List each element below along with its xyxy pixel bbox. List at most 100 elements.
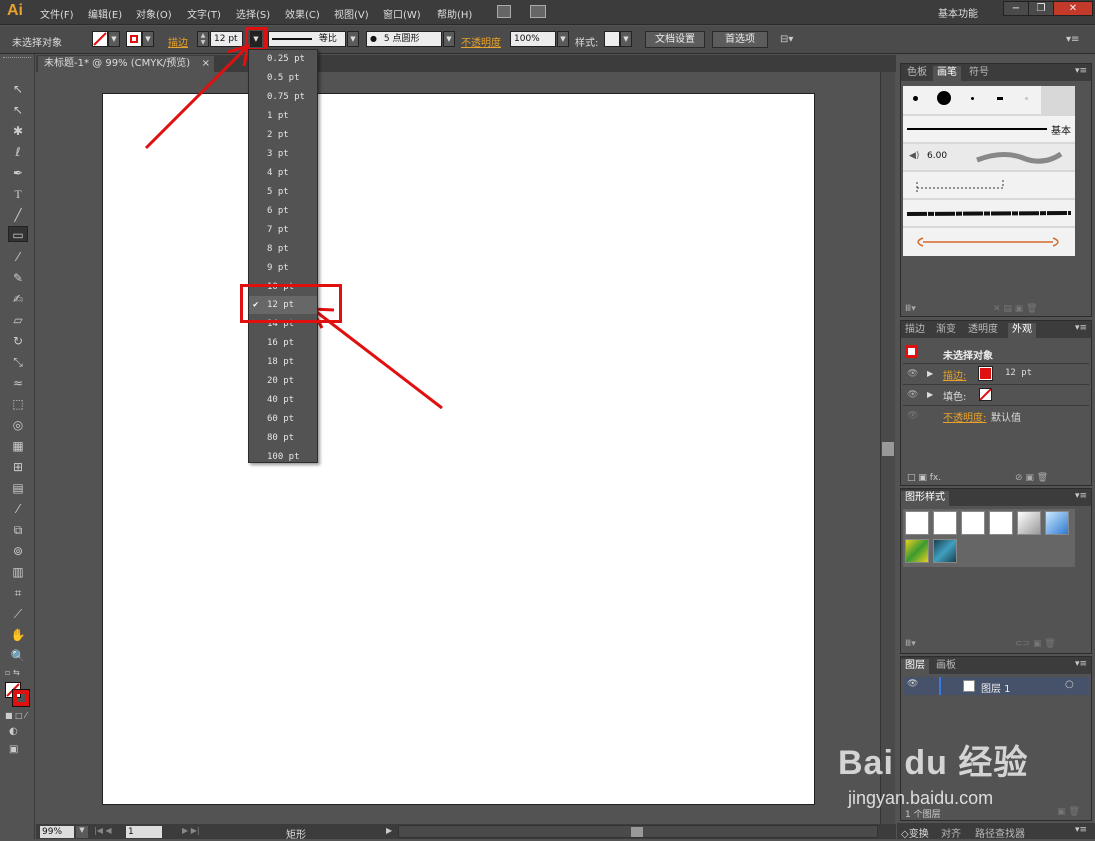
brush-calligraphic[interactable]: ◀) 6.00 — [903, 144, 1075, 170]
brush-panel-actions-icon[interactable]: ✕ ▤ ▣ 🗑 — [993, 304, 1038, 314]
status-arrow-icon[interactable]: ▶ — [386, 826, 392, 835]
appearance-stroke-swatch[interactable] — [978, 366, 993, 381]
brush-tip-tiny[interactable] — [971, 97, 974, 100]
style-green-yellow[interactable] — [905, 539, 929, 563]
speaker-icon: ◀) — [909, 151, 920, 161]
calligraphic-stroke-icon — [976, 151, 1063, 164]
brush-tips-row — [903, 86, 1041, 114]
menu-option[interactable]: 7 pt — [249, 221, 317, 239]
brush-charcoal[interactable] — [903, 200, 1075, 226]
menu-option[interactable]: 5 pt — [249, 183, 317, 201]
menu-option[interactable]: 16 pt — [249, 334, 317, 352]
layer-name[interactable]: 图层 1 — [981, 680, 1011, 695]
style-blue-glow[interactable] — [1045, 511, 1069, 535]
menu-option[interactable]: 80 pt — [249, 429, 317, 447]
appearance-footer-icons[interactable]: □ ▣ fx. — [907, 473, 941, 483]
none-fill-icon — [979, 388, 992, 401]
tab-appearance[interactable]: 外观 — [1008, 323, 1036, 338]
horizontal-scrollbar[interactable] — [398, 825, 878, 838]
appearance-title: 未选择对象 — [943, 351, 993, 362]
layer-thumbnail — [963, 680, 975, 692]
tab-transform[interactable]: ◇变换 — [901, 825, 929, 840]
panel-menu-icon[interactable]: ▾≡ — [1075, 659, 1087, 669]
tab-stroke[interactable]: 描边 — [901, 323, 929, 338]
eye-icon[interactable]: 👁 — [907, 390, 918, 400]
dashed-arrow-brush-icon — [916, 180, 1004, 192]
appearance-fill-label: 填色: — [943, 392, 967, 403]
brush-basic[interactable]: 基本 — [903, 116, 1075, 142]
eye-icon[interactable]: 👁 — [907, 411, 918, 421]
menu-option[interactable]: 20 pt — [249, 372, 317, 390]
layer-color-bar — [939, 677, 941, 695]
style-default[interactable] — [905, 511, 929, 535]
tab-symbols[interactable]: 符号 — [965, 66, 993, 81]
appearance-thumb-icon — [905, 345, 918, 358]
style-bevel[interactable] — [1017, 511, 1041, 535]
brush-tip-large[interactable] — [937, 91, 951, 105]
expand-stroke-icon[interactable]: ▶ — [927, 369, 933, 378]
appearance-stroke-label[interactable]: 描边: — [943, 367, 966, 382]
menu-option[interactable]: 8 pt — [249, 240, 317, 258]
panel-menu-icon[interactable]: ▾≡ — [1075, 323, 1087, 333]
menu-option[interactable]: 1 pt — [249, 107, 317, 125]
appearance-fill-swatch[interactable] — [979, 388, 992, 401]
appearance-opacity-label[interactable]: 不透明度: — [943, 409, 986, 424]
brush-tip-light[interactable] — [1025, 97, 1028, 100]
tab-pathfinder[interactable]: 路径查找器 — [975, 825, 1025, 840]
layer-target-icon[interactable]: ○ — [1065, 679, 1074, 690]
tab-artboards[interactable]: 画板 — [932, 659, 960, 674]
panel-menu-icon[interactable]: ▾≡ — [1075, 66, 1087, 76]
brush-decorative[interactable] — [903, 228, 1075, 256]
tab-transparency[interactable]: 透明度 — [964, 323, 1002, 338]
brush-libraries-icon[interactable]: Ⅲ▾ — [905, 304, 916, 314]
brush-dashed[interactable] — [903, 172, 1075, 198]
menu-option[interactable]: 0.5 pt — [249, 69, 317, 87]
tab-gradient[interactable]: 渐变 — [932, 323, 960, 338]
menu-option[interactable]: 4 pt — [249, 164, 317, 182]
brush-size-label: 6.00 — [927, 151, 948, 161]
zoom-dropdown[interactable]: ▼ — [76, 826, 88, 838]
first-page-icon[interactable]: |◀ ◀ — [94, 826, 112, 835]
style-shadow[interactable] — [989, 511, 1013, 535]
panel-menu-icon[interactable]: ▾≡ — [1075, 491, 1087, 501]
layer-actions-icons[interactable]: ▣ 🗑 — [1057, 807, 1080, 817]
menu-option[interactable]: 0.25 pt — [249, 50, 317, 68]
style-teal-texture[interactable] — [933, 539, 957, 563]
charcoal-brush-icon — [906, 211, 1072, 216]
brush-tip-flat[interactable] — [997, 97, 1003, 100]
appearance-tab-bar: 描边 渐变 透明度 外观 ▾≡ — [901, 321, 1091, 338]
menu-option[interactable]: 0.75 pt — [249, 88, 317, 106]
appearance-actions-icons[interactable]: ⊘ ▣ 🗑 — [1015, 473, 1048, 483]
brush-tip-small[interactable] — [913, 96, 918, 101]
next-page-icon[interactable]: ▶ ▶| — [182, 826, 200, 835]
menu-option[interactable]: 60 pt — [249, 410, 317, 428]
arrow-to-12pt — [313, 308, 443, 410]
menu-option[interactable]: 6 pt — [249, 202, 317, 220]
expand-fill-icon[interactable]: ▶ — [927, 390, 933, 399]
style-libraries-icon[interactable]: Ⅲ▾ — [905, 639, 916, 649]
menu-option[interactable]: 3 pt — [249, 145, 317, 163]
menu-option[interactable]: 2 pt — [249, 126, 317, 144]
tab-brushes[interactable]: 画笔 — [933, 66, 961, 81]
graphic-styles-tab-bar: 图形样式 ▾≡ — [901, 489, 1091, 506]
menu-option[interactable]: 100 pt — [249, 448, 317, 466]
style-none[interactable] — [933, 511, 957, 535]
menu-option[interactable]: 18 pt — [249, 353, 317, 371]
menu-option[interactable]: 40 pt — [249, 391, 317, 409]
menu-option[interactable]: 9 pt — [249, 259, 317, 277]
watermark-brand: Bai du 经验 — [838, 744, 1029, 782]
tab-align[interactable]: 对齐 — [941, 825, 961, 840]
layer-row[interactable]: 👁 图层 1 ○ — [903, 677, 1089, 695]
panel-menu-icon[interactable]: ▾≡ — [1075, 825, 1087, 835]
eye-icon[interactable]: 👁 — [907, 369, 918, 379]
brushes-panel: 色板 画笔 符号 ▾≡ 基本 ◀) 6.00 Ⅲ▾ ✕ ▤ ▣ 🗑 — [900, 63, 1092, 317]
hscroll-thumb[interactable] — [631, 827, 643, 837]
layer-visibility-icon[interactable]: 👁 — [907, 679, 918, 689]
tab-graphic-styles[interactable]: 图形样式 — [901, 491, 949, 506]
page-field[interactable]: 1 — [126, 826, 162, 838]
style-actions-icons[interactable]: ⊂⊃ ▣ 🗑 — [1015, 639, 1056, 649]
zoom-field[interactable]: 99% — [40, 826, 74, 838]
style-white[interactable] — [961, 511, 985, 535]
tab-swatches[interactable]: 色板 — [903, 66, 931, 81]
tab-layers[interactable]: 图层 — [901, 659, 929, 674]
